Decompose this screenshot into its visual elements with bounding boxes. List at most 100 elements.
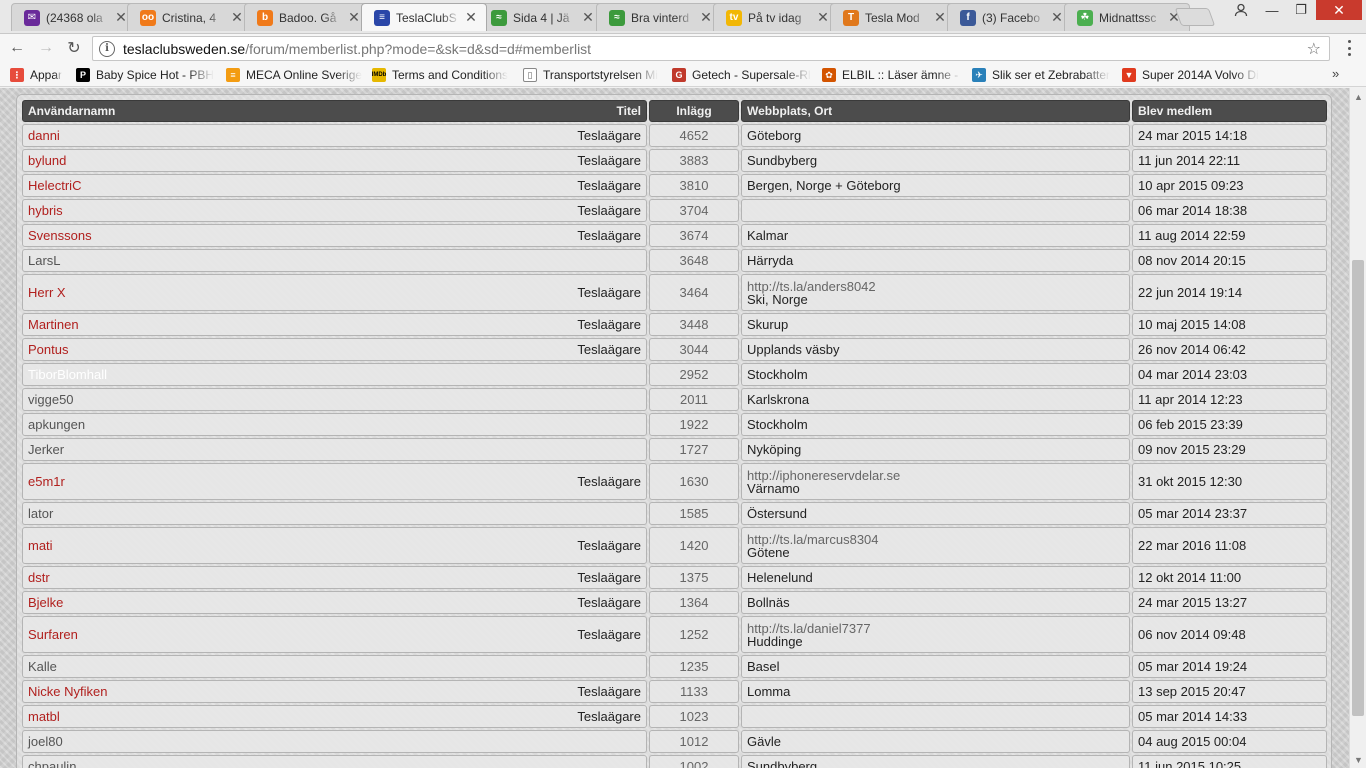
tab-close-icon[interactable]: ✕ bbox=[230, 9, 244, 26]
member-username-link[interactable]: Herr X bbox=[28, 285, 66, 300]
browser-menu-icon[interactable] bbox=[1340, 40, 1358, 56]
member-website-link[interactable]: http://ts.la/marcus8304 bbox=[747, 533, 879, 546]
tab-close-icon[interactable]: ✕ bbox=[1050, 9, 1064, 26]
member-posts[interactable]: 3448 bbox=[649, 313, 739, 336]
bookmark-item[interactable]: G Getech - Supersale-Rl bbox=[672, 66, 814, 84]
header-username[interactable]: Användarnamn bbox=[28, 104, 115, 118]
bookmark-item[interactable]: ▯ Transportstyrelsen Mi bbox=[523, 66, 666, 84]
member-username-link[interactable]: Jerker bbox=[28, 442, 64, 457]
maximize-button[interactable]: ❐ bbox=[1287, 0, 1315, 20]
member-posts[interactable]: 1375 bbox=[649, 566, 739, 589]
member-posts[interactable]: 1922 bbox=[649, 413, 739, 436]
member-posts[interactable]: 3674 bbox=[649, 224, 739, 247]
browser-tab[interactable]: T Tesla Mod ✕ bbox=[830, 3, 956, 31]
member-posts[interactable]: 3464 bbox=[649, 274, 739, 311]
tab-close-icon[interactable]: ✕ bbox=[816, 9, 830, 26]
close-window-button[interactable]: ✕ bbox=[1316, 0, 1362, 20]
member-username-link[interactable]: Nicke Nyfiken bbox=[28, 684, 107, 699]
member-posts[interactable]: 4652 bbox=[649, 124, 739, 147]
member-posts[interactable]: 1012 bbox=[649, 730, 739, 753]
member-posts[interactable]: 1252 bbox=[649, 616, 739, 653]
back-button[interactable]: ← bbox=[6, 37, 28, 59]
member-username-link[interactable]: Martinen bbox=[28, 317, 79, 332]
member-username-link[interactable]: lator bbox=[28, 506, 53, 521]
address-bar[interactable]: i teslaclubsweden.se/forum/memberlist.ph… bbox=[92, 36, 1330, 61]
member-posts[interactable]: 1630 bbox=[649, 463, 739, 500]
bookmarks-overflow-button[interactable]: » bbox=[1332, 66, 1339, 81]
member-posts[interactable]: 1002 bbox=[649, 755, 739, 768]
tab-close-icon[interactable]: ✕ bbox=[933, 9, 947, 26]
page-scrollbar[interactable]: ▲ ▼ bbox=[1349, 88, 1366, 768]
tab-close-icon[interactable]: ✕ bbox=[114, 9, 128, 26]
member-posts[interactable]: 1585 bbox=[649, 502, 739, 525]
member-username-link[interactable]: chpaulin bbox=[28, 759, 76, 768]
member-website-link[interactable]: http://ts.la/daniel7377 bbox=[747, 622, 871, 635]
header-joined[interactable]: Blev medlem bbox=[1132, 100, 1327, 122]
member-username-link[interactable]: TiborBlomhall bbox=[28, 367, 107, 382]
member-username-link[interactable]: Surfaren bbox=[28, 627, 78, 642]
bookmark-item[interactable]: ≡ MECA Online Sverige bbox=[226, 66, 366, 84]
member-username-link[interactable]: dstr bbox=[28, 570, 50, 585]
tab-close-icon[interactable]: ✕ bbox=[699, 9, 713, 26]
bookmark-item[interactable]: IMDb Terms and Conditions bbox=[372, 66, 515, 84]
url-text[interactable]: teslaclubsweden.se/forum/memberlist.php?… bbox=[123, 41, 591, 57]
member-posts[interactable]: 3810 bbox=[649, 174, 739, 197]
member-username-link[interactable]: matbl bbox=[28, 709, 60, 724]
site-info-icon[interactable]: i bbox=[99, 40, 115, 57]
member-username-link[interactable]: vigge50 bbox=[28, 392, 74, 407]
member-posts[interactable]: 1420 bbox=[649, 527, 739, 564]
browser-tab[interactable]: oo Cristina, 4 ✕ bbox=[127, 3, 253, 31]
user-icon[interactable] bbox=[1228, 0, 1254, 20]
member-username-link[interactable]: hybris bbox=[28, 203, 63, 218]
bookmark-item[interactable]: ✈ Slik ser et Zebrabatter bbox=[972, 66, 1112, 84]
member-posts[interactable]: 3044 bbox=[649, 338, 739, 361]
forward-button[interactable]: → bbox=[35, 37, 57, 59]
member-posts[interactable]: 1235 bbox=[649, 655, 739, 678]
bookmark-item[interactable]: ⋮ Appar bbox=[10, 66, 66, 84]
bookmark-item[interactable]: ✿ ELBIL :: Läser ämne - S bbox=[822, 66, 962, 84]
browser-tab[interactable]: b Badoo. Gå ✕ bbox=[244, 3, 370, 31]
member-username-link[interactable]: Pontus bbox=[28, 342, 68, 357]
browser-tab[interactable]: f (3) Facebo ✕ bbox=[947, 3, 1073, 31]
browser-tab[interactable]: ☘ Midnattssc ✕ bbox=[1064, 3, 1190, 31]
member-posts[interactable]: 1133 bbox=[649, 680, 739, 703]
member-username-link[interactable]: bylund bbox=[28, 153, 66, 168]
member-username-link[interactable]: Svenssons bbox=[28, 228, 92, 243]
tab-close-icon[interactable]: ✕ bbox=[347, 9, 361, 26]
browser-tab[interactable]: tv På tv idag ✕ bbox=[713, 3, 839, 31]
bookmark-star-icon[interactable]: ☆ bbox=[1307, 39, 1321, 59]
minimize-button[interactable]: — bbox=[1258, 0, 1286, 20]
member-username-link[interactable]: Kalle bbox=[28, 659, 57, 674]
member-username-link[interactable]: apkungen bbox=[28, 417, 85, 432]
browser-tab[interactable]: ≈ Sida 4 | Jä ✕ bbox=[478, 3, 604, 31]
member-username-link[interactable]: danni bbox=[28, 128, 60, 143]
member-posts[interactable]: 3648 bbox=[649, 249, 739, 272]
member-posts[interactable]: 3883 bbox=[649, 149, 739, 172]
tab-close-icon[interactable]: ✕ bbox=[464, 9, 478, 26]
browser-tab[interactable]: ✉ (24368 ola ✕ bbox=[11, 3, 137, 31]
member-username-link[interactable]: mati bbox=[28, 538, 53, 553]
member-posts[interactable]: 2011 bbox=[649, 388, 739, 411]
reload-button[interactable]: ↻ bbox=[63, 37, 85, 59]
member-username-link[interactable]: joel80 bbox=[28, 734, 63, 749]
browser-tab[interactable]: ≡ TeslaClubS ✕ bbox=[361, 3, 487, 31]
member-posts[interactable]: 2952 bbox=[649, 363, 739, 386]
bookmark-item[interactable]: P Baby Spice Hot - PBH bbox=[76, 66, 216, 84]
scroll-down-arrow-icon[interactable]: ▼ bbox=[1350, 751, 1366, 768]
member-website-link[interactable]: http://ts.la/anders8042 bbox=[747, 280, 876, 293]
scrollbar-thumb[interactable] bbox=[1352, 260, 1364, 716]
member-username-link[interactable]: HelectriC bbox=[28, 178, 81, 193]
header-title[interactable]: Titel bbox=[617, 104, 641, 118]
member-username-link[interactable]: Bjelke bbox=[28, 595, 63, 610]
header-location[interactable]: Webbplats, Ort bbox=[741, 100, 1130, 122]
browser-tab[interactable]: ≈ Bra vinterd ✕ bbox=[596, 3, 722, 31]
member-website-link[interactable]: http://iphonereservdelar.se bbox=[747, 469, 900, 482]
header-posts[interactable]: Inlägg bbox=[649, 100, 739, 122]
member-username-link[interactable]: e5m1r bbox=[28, 474, 65, 489]
bookmark-item[interactable]: ▼ Super 2014A Volvo Di bbox=[1122, 66, 1262, 84]
member-posts[interactable]: 1364 bbox=[649, 591, 739, 614]
scroll-up-arrow-icon[interactable]: ▲ bbox=[1350, 88, 1366, 105]
member-posts[interactable]: 3704 bbox=[649, 199, 739, 222]
member-posts[interactable]: 1727 bbox=[649, 438, 739, 461]
new-tab-button[interactable] bbox=[1174, 8, 1216, 26]
